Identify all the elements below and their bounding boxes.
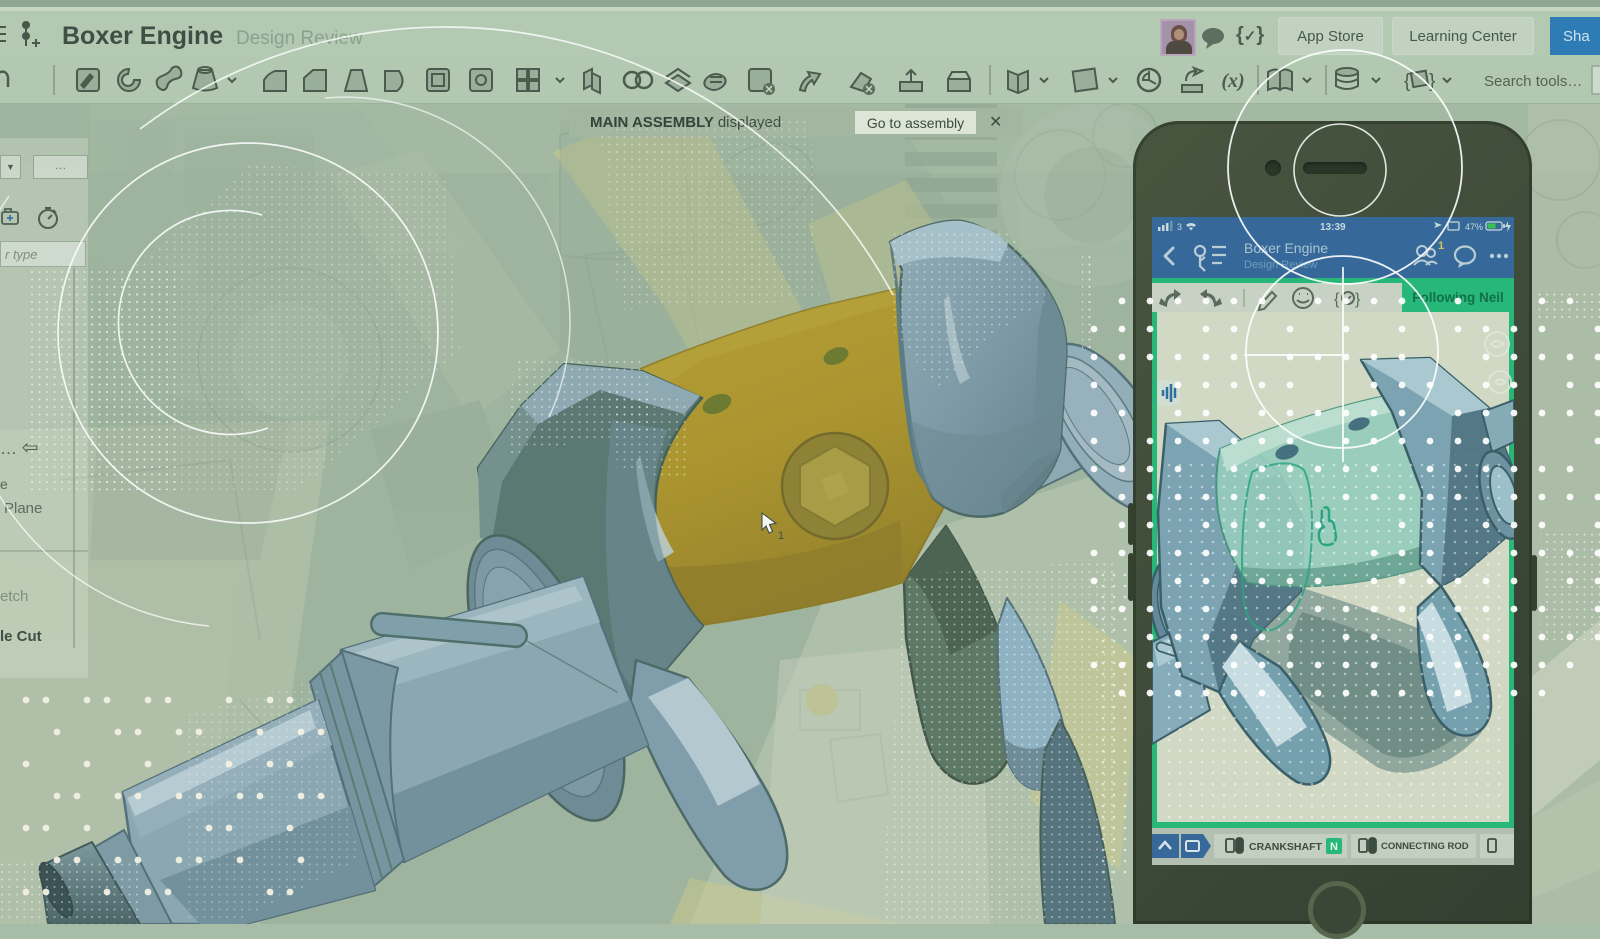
svg-text:47%: 47% bbox=[1465, 222, 1483, 232]
svg-text:13:39: 13:39 bbox=[1320, 222, 1346, 233]
svg-text:3: 3 bbox=[1177, 222, 1182, 232]
svg-text:Design Review: Design Review bbox=[1244, 259, 1317, 271]
svg-text:CONNECTING ROD: CONNECTING ROD bbox=[1381, 841, 1469, 852]
svg-text:Boxer Engine: Boxer Engine bbox=[1244, 240, 1328, 256]
svg-text:N: N bbox=[1330, 841, 1338, 853]
svg-text:}: } bbox=[1355, 291, 1361, 308]
svg-text:{: { bbox=[1334, 291, 1340, 308]
svg-text:(x): (x) bbox=[1221, 70, 1244, 92]
svg-text:1: 1 bbox=[1438, 240, 1444, 252]
svg-text:Search tools…: Search tools… bbox=[1484, 73, 1582, 90]
svg-text:}: } bbox=[1429, 71, 1435, 92]
svg-text:CRANKSHAFT: CRANKSHAFT bbox=[1249, 841, 1322, 853]
svg-text:{: { bbox=[1404, 71, 1411, 92]
